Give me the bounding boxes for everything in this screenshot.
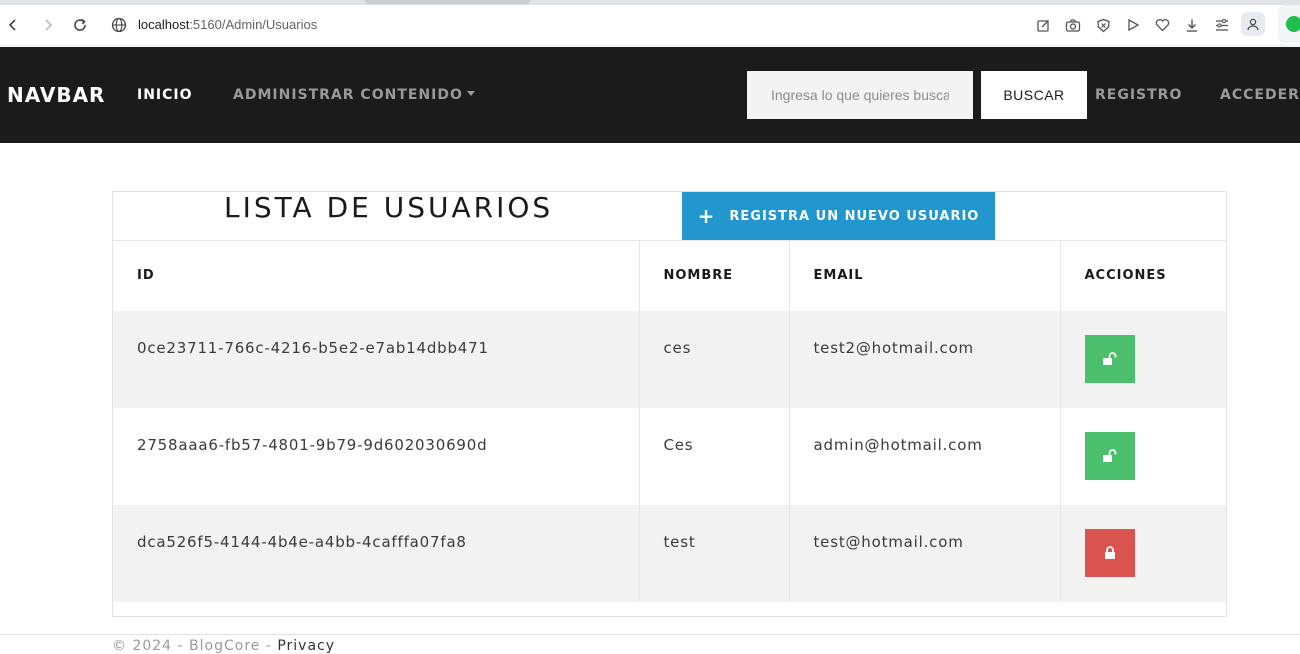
cell-acciones: [1060, 408, 1226, 505]
reload-icon[interactable]: [67, 5, 93, 44]
footer-privacy-link[interactable]: Privacy: [277, 638, 335, 654]
site-info-icon[interactable]: [106, 5, 132, 44]
menu-icon[interactable]: [1211, 14, 1233, 36]
nav-link-registro[interactable]: REGISTRO: [1095, 47, 1182, 143]
users-card: LISTA DE USUARIOS + REGISTRA UN NUEVO US…: [112, 191, 1227, 617]
search-button[interactable]: BUSCAR: [981, 71, 1087, 119]
column-header-acciones: ACCIONES: [1084, 268, 1167, 284]
users-table: ID NOMBRE EMAIL ACCIONES 0ce23711-766c-4…: [113, 240, 1226, 602]
edit-icon[interactable]: [1032, 14, 1054, 36]
unlock-icon: [1102, 448, 1116, 462]
column-header-id: ID: [113, 240, 640, 311]
navbar-brand[interactable]: NAVBAR: [7, 47, 105, 143]
add-user-button[interactable]: + REGISTRA UN NUEVO USUARIO: [682, 192, 995, 240]
add-user-button-label: REGISTRA UN NUEVO USUARIO: [729, 208, 980, 224]
table-row: 2758aaa6-fb57-4801-9b79-9d602030690d Ces…: [113, 407, 1226, 505]
cell-nombre: test: [639, 504, 790, 602]
active-tab-edge[interactable]: [365, 0, 530, 4]
play-icon[interactable]: [1122, 14, 1144, 36]
download-icon[interactable]: [1181, 14, 1203, 36]
camera-icon[interactable]: [1062, 14, 1084, 36]
profile-icon[interactable]: [1241, 12, 1265, 36]
site-navbar: NAVBAR INICIO ADMINISTRAR CONTENIDO BUSC…: [0, 47, 1300, 143]
cell-id: 0ce23711-766c-4216-b5e2-e7ab14dbb471: [113, 310, 640, 408]
page-title: LISTA DE USUARIOS: [224, 191, 554, 224]
cell-email: test2@hotmail.com: [789, 310, 1061, 408]
nav-link-inicio[interactable]: INICIO: [137, 47, 193, 143]
unlock-user-button[interactable]: [1084, 431, 1135, 480]
forward-icon[interactable]: [35, 5, 61, 44]
url-path: :5160/Admin/Usuarios: [189, 17, 318, 32]
extension-badge[interactable]: [1278, 5, 1300, 43]
cell-acciones: [1060, 505, 1226, 602]
address-bar[interactable]: localhost:5160/Admin/Usuarios: [138, 5, 317, 44]
cell-email: test@hotmail.com: [789, 504, 1061, 602]
plus-icon: +: [697, 204, 716, 228]
extension-check-icon: [1286, 16, 1300, 32]
footer-copyright: © 2024 - BlogCore -: [112, 638, 278, 654]
footer-divider: [0, 634, 1300, 635]
table-row: dca526f5-4144-4b4e-a4bb-4cafffa07fa8 tes…: [113, 504, 1226, 602]
back-icon[interactable]: [0, 5, 26, 44]
unlock-user-button[interactable]: [1084, 334, 1135, 383]
cell-email: admin@hotmail.com: [789, 407, 1061, 505]
nav-dropdown-administrar[interactable]: ADMINISTRAR CONTENIDO: [233, 47, 475, 143]
cell-nombre: ces: [639, 310, 790, 408]
cell-acciones: [1060, 311, 1226, 408]
caret-down-icon: [466, 91, 475, 96]
table-row: 0ce23711-766c-4216-b5e2-e7ab14dbb471 ces…: [113, 310, 1226, 408]
unlock-icon: [1102, 351, 1116, 365]
url-host: localhost: [138, 17, 190, 32]
nav-dropdown-label: ADMINISTRAR CONTENIDO: [233, 87, 463, 103]
cell-id: dca526f5-4144-4b4e-a4bb-4cafffa07fa8: [113, 504, 640, 602]
lock-user-button[interactable]: [1084, 528, 1135, 577]
browser-toolbar: localhost:5160/Admin/Usuarios: [0, 5, 1300, 45]
shield-icon[interactable]: [1092, 14, 1114, 36]
footer: © 2024 - BlogCore - Privacy: [112, 638, 335, 654]
column-header-email: EMAIL: [789, 240, 1061, 311]
table-header-row: ID NOMBRE EMAIL ACCIONES: [113, 240, 1226, 311]
column-header-nombre: NOMBRE: [639, 240, 790, 311]
nav-link-acceder[interactable]: ACCEDER: [1220, 47, 1300, 143]
lock-icon: [1104, 546, 1115, 559]
heart-icon[interactable]: [1151, 14, 1173, 36]
cell-nombre: Ces: [639, 407, 790, 505]
search-input[interactable]: [747, 71, 973, 119]
cell-id: 2758aaa6-fb57-4801-9b79-9d602030690d: [113, 407, 640, 505]
